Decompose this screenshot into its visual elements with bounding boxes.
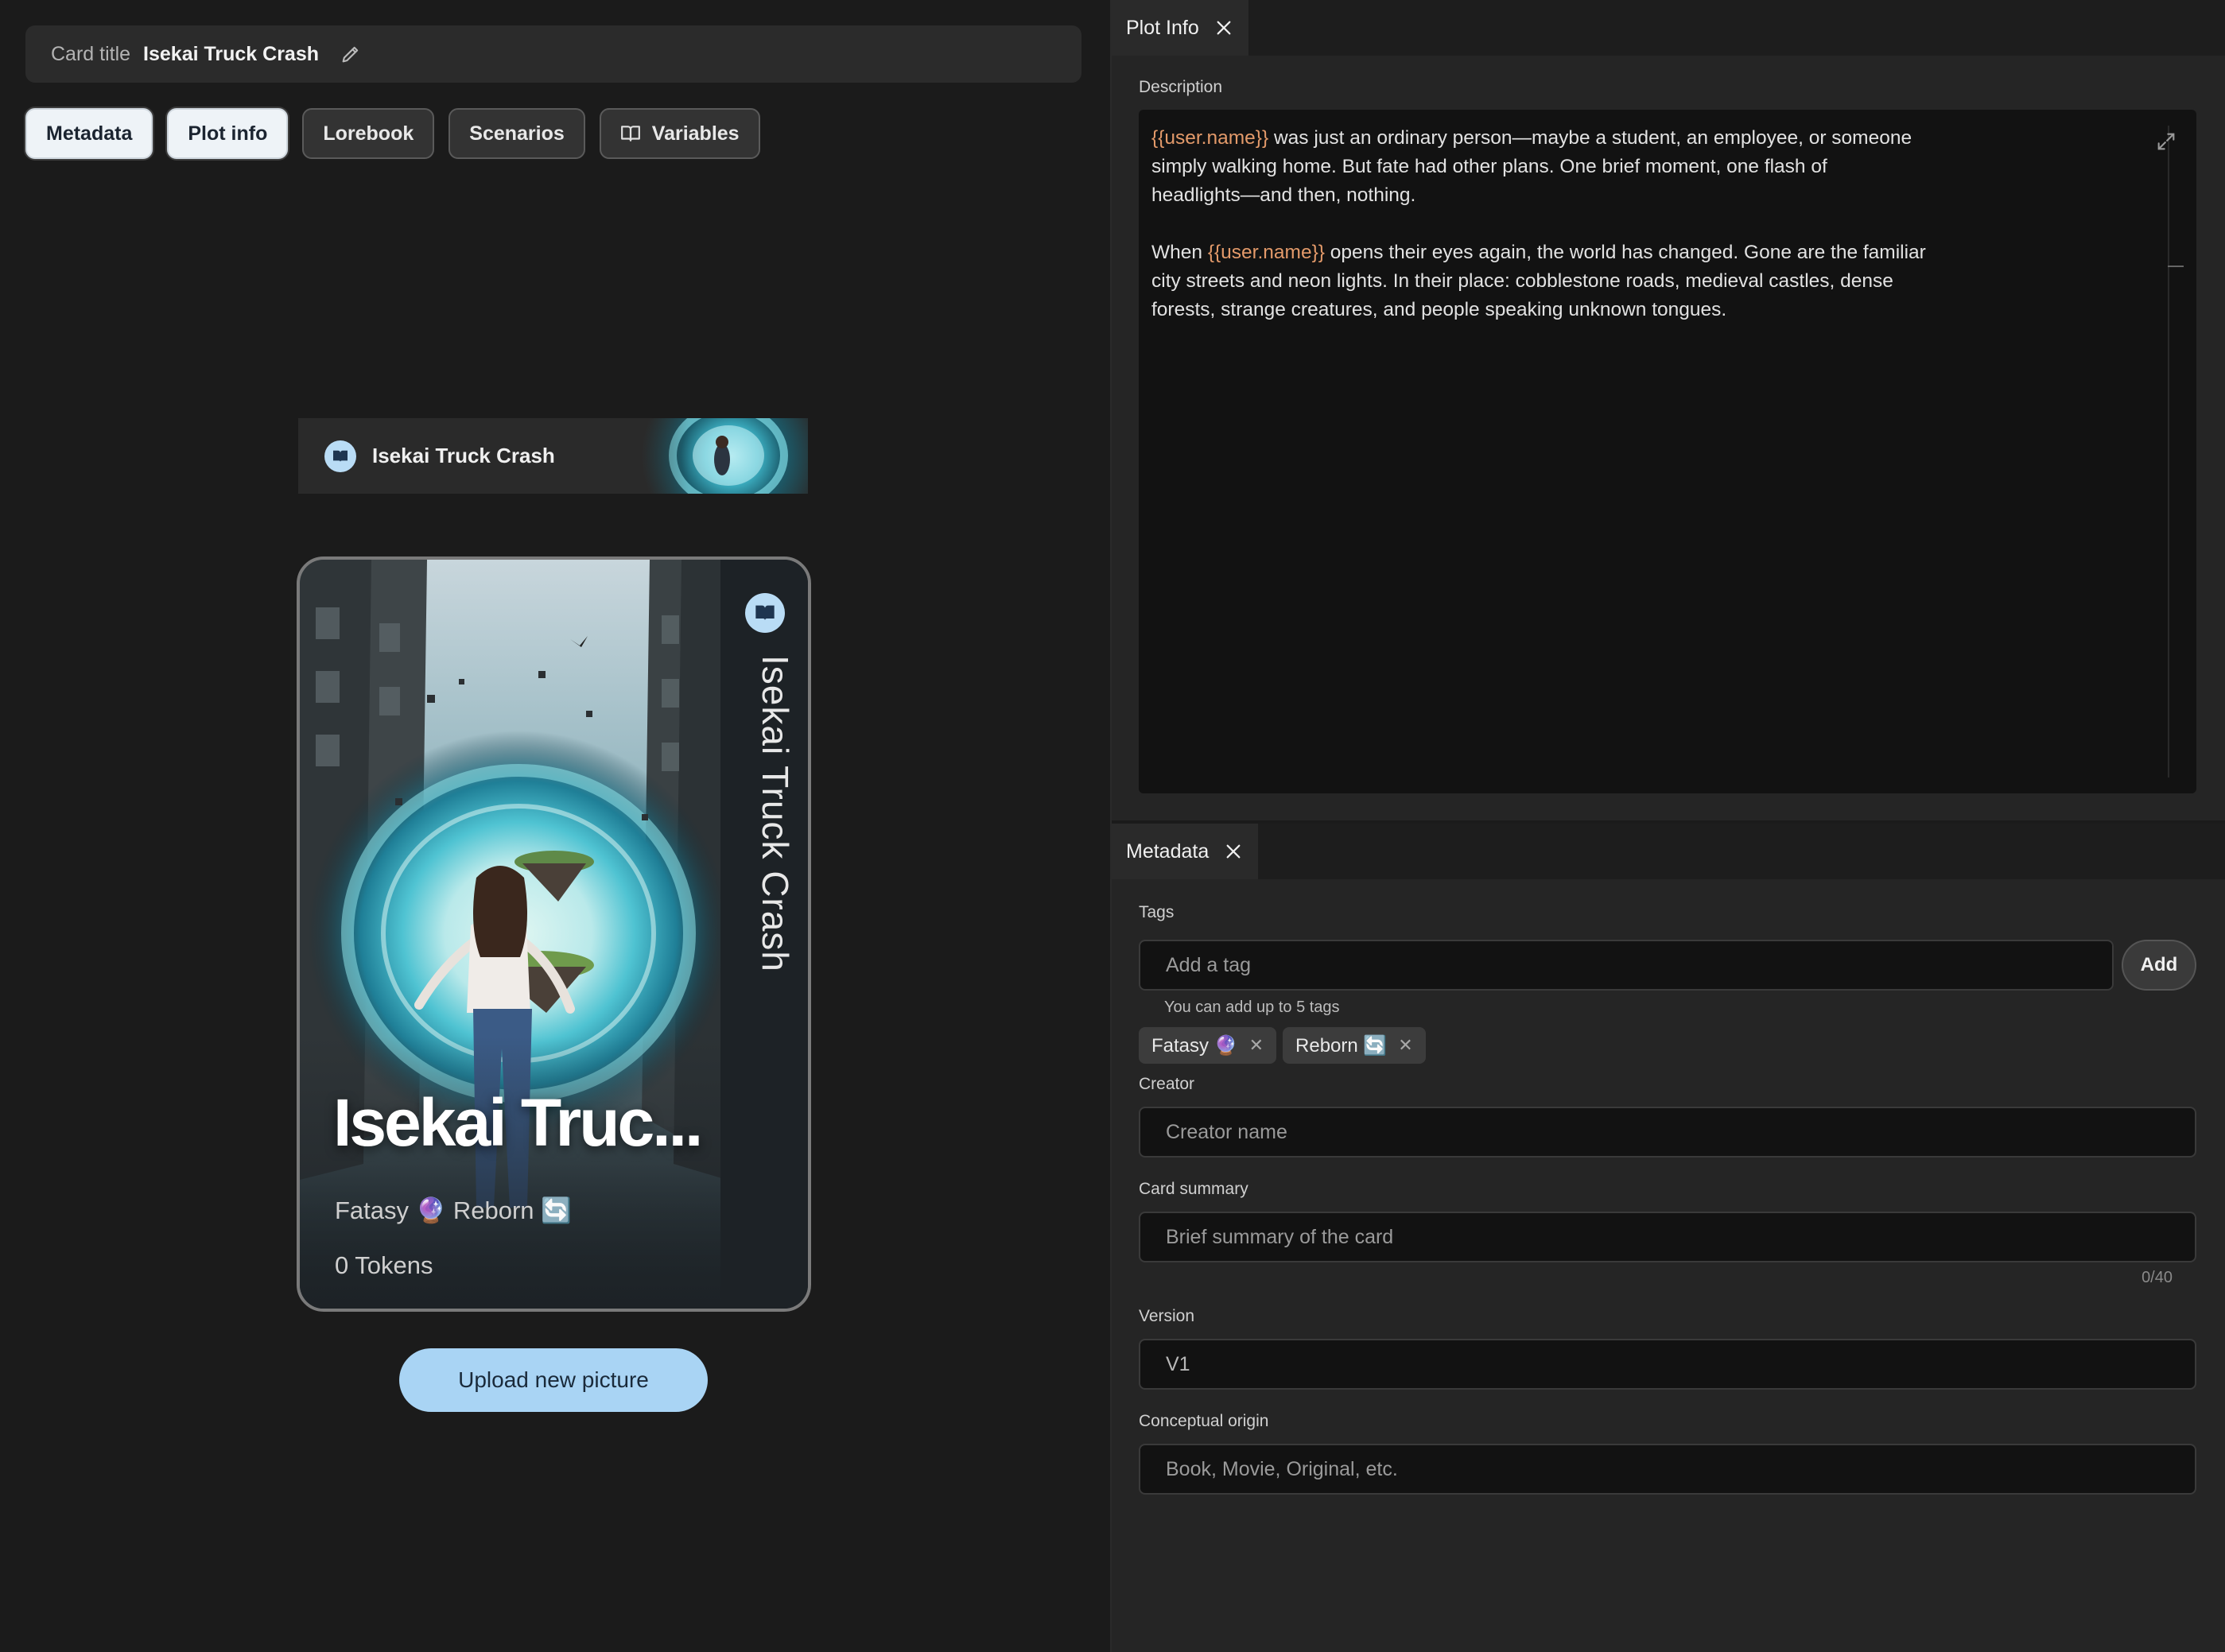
banner-title: Isekai Truck Crash: [372, 444, 555, 467]
plot-info-header: Plot Info: [1112, 0, 2225, 56]
card-title-bar: Card title Isekai Truck Crash: [25, 25, 1081, 83]
template-variable: {{user.name}}: [1151, 127, 1269, 149]
origin-label: Conceptual origin: [1139, 1412, 1269, 1430]
creator-label: Creator: [1139, 1075, 1195, 1093]
tab-metadata[interactable]: Metadata: [25, 108, 153, 159]
tags-hint: You can add up to 5 tags: [1164, 999, 1340, 1016]
card-preview: Isekai Truck Crash Isekai Truc... Fatasy…: [297, 556, 811, 1312]
upload-picture-button[interactable]: Upload new picture: [399, 1348, 708, 1412]
card-title-value: Isekai Truck Crash: [143, 42, 320, 65]
version-label: Version: [1139, 1307, 1195, 1325]
summary-label: Card summary: [1139, 1180, 1248, 1198]
tag-chip: Reborn 🔄 ✕: [1283, 1027, 1426, 1064]
card-tags: Fatasy 🔮 Reborn 🔄: [335, 1196, 572, 1224]
panel-tab-label: Plot Info: [1126, 16, 1199, 39]
version-field[interactable]: V1: [1139, 1339, 2196, 1390]
tag-list: Fatasy 🔮 ✕ Reborn 🔄 ✕: [1139, 1027, 1426, 1064]
tab-plot-info-panel[interactable]: Plot Info: [1112, 0, 1248, 56]
summary-field[interactable]: Brief summary of the card: [1139, 1212, 2196, 1262]
tag-input[interactable]: Add a tag: [1139, 940, 2114, 991]
metadata-body: Tags Add a tag Add You can add up to 5 t…: [1112, 879, 2225, 1652]
panel-tab-label: Metadata: [1126, 840, 1210, 863]
book-icon: [620, 126, 640, 142]
pencil-icon[interactable]: [340, 43, 362, 65]
book-icon: [324, 440, 356, 472]
description-text: {{user.name}} was just an ordinary perso…: [1151, 124, 1978, 353]
metadata-header: Metadata: [1112, 824, 2225, 879]
tab-label: Metadata: [46, 122, 133, 145]
tab-scenarios[interactable]: Scenarios: [448, 108, 585, 159]
tab-metadata-panel[interactable]: Metadata: [1112, 824, 1259, 879]
card-big-title: Isekai Truc...: [333, 1085, 703, 1160]
template-variable: {{user.name}}: [1207, 242, 1325, 263]
card-token-count: 0 Tokens: [335, 1251, 433, 1279]
description-segment: When: [1151, 242, 1208, 263]
section-tabs: Metadata Plot info Lorebook Scenarios Va…: [25, 108, 760, 159]
description-paragraph: When {{user.name}} opens their eyes agai…: [1151, 238, 1978, 324]
expand-icon[interactable]: [2155, 130, 2177, 153]
tab-label: Variables: [651, 122, 740, 145]
add-tag-button[interactable]: Add: [2122, 940, 2196, 991]
tab-label: Scenarios: [469, 122, 565, 145]
description-textarea[interactable]: {{user.name}} was just an ordinary perso…: [1139, 110, 2196, 793]
close-icon[interactable]: [1225, 843, 1242, 860]
card-banner-preview: Isekai Truck Crash: [298, 418, 808, 494]
card-vertical-title: Isekai Truck Crash: [755, 655, 796, 972]
scrollbar[interactable]: [2168, 126, 2169, 778]
description-paragraph: {{user.name}} was just an ordinary perso…: [1151, 124, 1978, 210]
creator-field[interactable]: Creator name: [1139, 1107, 2196, 1158]
plot-info-panel: Plot Info Description {{user.name}} was …: [1112, 0, 2225, 820]
tag-chip: Fatasy 🔮 ✕: [1139, 1027, 1277, 1064]
tab-lorebook[interactable]: Lorebook: [302, 108, 435, 159]
tab-plot-info[interactable]: Plot info: [167, 108, 289, 159]
tab-label: Plot info: [188, 122, 268, 145]
tags-label: Tags: [1139, 903, 1175, 921]
book-icon: [745, 593, 785, 633]
tab-variables[interactable]: Variables: [599, 108, 760, 159]
tag-chip-label: Fatasy 🔮: [1151, 1034, 1238, 1057]
origin-field[interactable]: Book, Movie, Original, etc.: [1139, 1444, 2196, 1495]
summary-counter: 0/40: [2142, 1269, 2173, 1286]
metadata-panel: Metadata Tags Add a tag Add You can add …: [1112, 824, 2225, 1652]
card-title-label: Card title: [51, 42, 131, 65]
description-label: Description: [1139, 78, 1223, 96]
tag-chip-label: Reborn 🔄: [1295, 1034, 1388, 1057]
tab-label: Lorebook: [323, 122, 414, 145]
close-icon[interactable]: [1215, 19, 1233, 37]
remove-tag-icon[interactable]: ✕: [1398, 1035, 1412, 1056]
editor-left-pane: Card title Isekai Truck Crash Metadata P…: [0, 0, 1110, 1652]
remove-tag-icon[interactable]: ✕: [1249, 1035, 1264, 1056]
